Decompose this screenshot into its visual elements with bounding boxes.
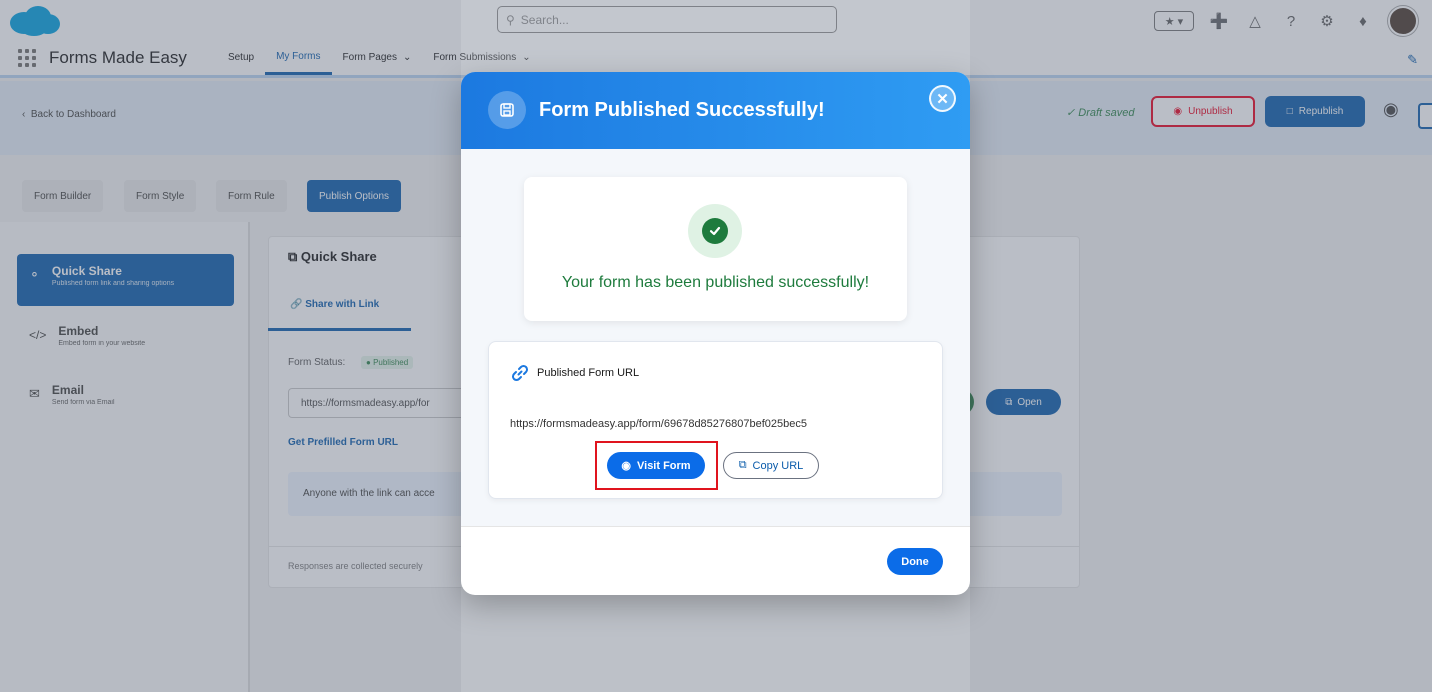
copy-url-button[interactable]: ⧉ Copy URL	[723, 452, 819, 479]
close-icon[interactable]: ✕	[929, 85, 956, 112]
published-form-url: https://formsmadeasy.app/form/69678d8527…	[510, 418, 807, 430]
copy-url-label: Copy URL	[752, 459, 804, 472]
visit-form-button[interactable]: ◉ Visit Form	[607, 452, 705, 479]
done-button[interactable]: Done	[887, 548, 943, 575]
link-icon	[511, 364, 529, 382]
url-section-title: Published Form URL	[537, 367, 640, 379]
save-icon	[488, 91, 526, 129]
copy-icon: ⧉	[738, 459, 747, 471]
modal-title: Form Published Successfully!	[539, 99, 825, 121]
success-check-icon	[688, 204, 742, 258]
success-message: Your form has been published successfull…	[561, 274, 870, 291]
modal-footer-divider	[461, 526, 970, 527]
eye-icon: ◉	[621, 460, 631, 472]
visit-form-label: Visit Form	[637, 459, 691, 472]
publish-success-modal: Form Published Successfully! ✕ Your form…	[461, 72, 970, 595]
